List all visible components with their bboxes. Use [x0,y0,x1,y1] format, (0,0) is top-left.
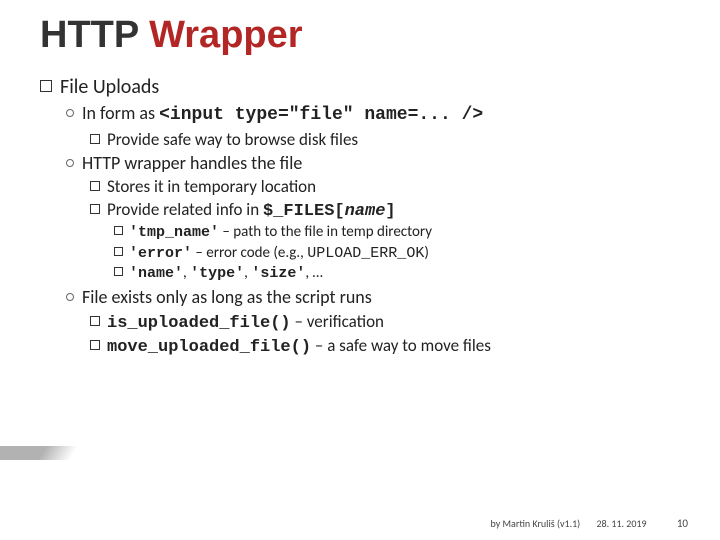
footer-author: by Martin Kruliš (v1.1) [491,517,581,530]
bullet-temp-location: Stores it in temporary location [90,176,680,197]
text: Provide related info in $_FILES[name] [107,199,396,220]
code-name-var: name [345,202,386,221]
word-file: File [60,75,88,99]
text: Stores it in temporary location [107,176,316,197]
decorative-stripe [0,446,78,460]
square-bullet-icon [114,226,123,235]
slide: HTTP Wrapper File Uploads In form as <in… [0,0,720,540]
bullet-safe-browse: Provide safe way to browse disk files [90,129,680,150]
ring-bullet-icon [66,109,74,117]
footer: by Martin Kruliš (v1.1) 28. 11. 2019 10 [491,517,689,530]
code-move-uploaded: move_uploaded_file() [107,338,311,357]
desc-end: ) [424,244,429,262]
square-bullet-icon [114,247,123,256]
ring-bullet-icon [66,293,74,301]
desc: – verification [291,311,384,332]
page-number: 10 [677,517,688,530]
title-part2: Wrapper [149,14,302,56]
square-bullet-icon [40,80,52,92]
text: 'name', 'type', 'size', … [129,264,323,282]
code-error: 'error' [129,245,192,262]
square-bullet-icon [90,340,100,350]
square-bullet-icon [114,267,123,276]
ellipsis: , … [305,264,323,282]
square-bullet-icon [90,181,100,191]
bullet-wrapper-handles: HTTP wrapper handles the file [66,152,680,175]
title-part1: HTTP [40,14,149,56]
desc: – path to the file in temp directory [219,223,432,241]
text: 'tmp_name' – path to the file in temp di… [129,223,432,241]
text: File exists only as long as the script r… [82,286,372,308]
code-upload-err-ok: UPLOAD_ERR_OK [307,245,424,262]
square-bullet-icon [90,204,100,214]
bullet-file-exists: File exists only as long as the script r… [66,286,680,309]
prefix: In form as [82,102,159,124]
desc-mid: – error code (e.g., [192,244,307,262]
text: 'error' – error code (e.g., UPLOAD_ERR_O… [129,244,429,262]
code-files-open: $_FILES[ [263,202,345,221]
code-input-tag: <input type="file" name=... /> [159,105,483,125]
word-uploads: Uploads [88,75,159,99]
code-tmp-name: 'tmp_name' [129,224,219,241]
code-name: 'name' [129,265,183,282]
text: HTTP wrapper handles the file [82,152,302,174]
slide-title: HTTP Wrapper [40,14,680,57]
text: move_uploaded_file() – a safe way to mov… [107,335,491,356]
text: In form as <input type="file" name=... /… [82,102,483,124]
prefix: Provide related info in [107,199,263,220]
square-bullet-icon [90,134,100,144]
slide-body: File Uploads In form as <input type="fil… [40,75,680,358]
bullet-is-uploaded: is_uploaded_file() – verification [90,311,680,334]
code-type: 'type' [190,265,244,282]
code-files-close: ] [385,202,395,221]
ring-bullet-icon [66,159,74,167]
bullet-in-form: In form as <input type="file" name=... /… [66,102,680,127]
bullet-files-array: Provide related info in $_FILES[name] [90,199,680,222]
bullet-tmp-name: 'tmp_name' – path to the file in temp di… [114,223,680,243]
footer-date: 28. 11. 2019 [596,517,646,530]
code-is-uploaded: is_uploaded_file() [107,314,291,333]
text: is_uploaded_file() – verification [107,311,384,332]
text: File Uploads [60,75,159,99]
square-bullet-icon [90,316,100,326]
desc: – a safe way to move files [311,335,491,356]
bullet-move-uploaded: move_uploaded_file() – a safe way to mov… [90,335,680,358]
text: Provide safe way to browse disk files [107,129,358,150]
bullet-name-type-size: 'name', 'type', 'size', … [114,264,680,284]
bullet-file-uploads: File Uploads [40,75,680,100]
code-size: 'size' [251,265,305,282]
bullet-error: 'error' – error code (e.g., UPLOAD_ERR_O… [114,244,680,264]
